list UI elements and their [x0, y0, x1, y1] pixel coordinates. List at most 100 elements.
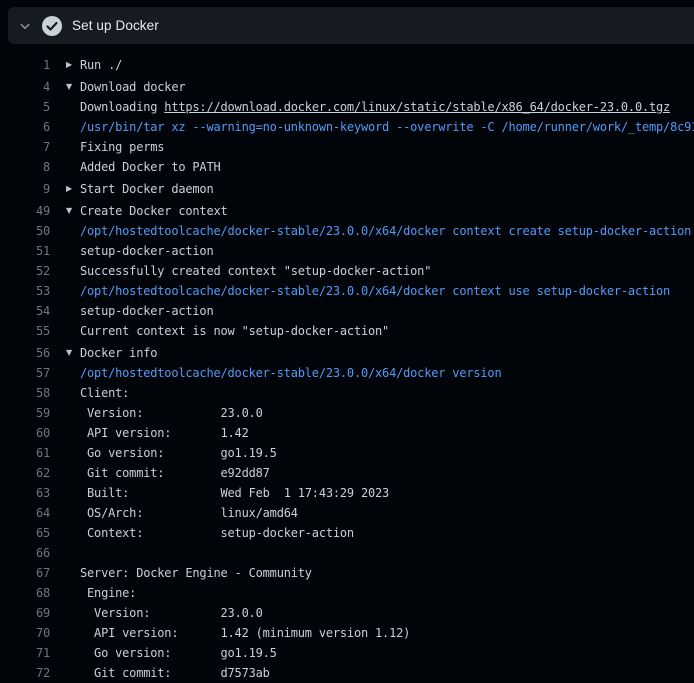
- log-line: 64 OS/Arch: linux/amd64: [0, 503, 694, 523]
- line-number[interactable]: 1: [0, 55, 50, 75]
- log-group-row[interactable]: 49▼Create Docker context: [0, 201, 694, 221]
- log-line: 61 Go version: go1.19.5: [0, 443, 694, 463]
- line-number[interactable]: 62: [0, 463, 50, 483]
- log-text: Go version: go1.19.5: [80, 643, 277, 663]
- line-number[interactable]: 61: [0, 443, 50, 463]
- log-line: 57/opt/hostedtoolcache/docker-stable/23.…: [0, 363, 694, 383]
- line-number[interactable]: 69: [0, 603, 50, 623]
- log-text: Server: Docker Engine - Community: [80, 563, 312, 583]
- line-number[interactable]: 5: [0, 97, 50, 117]
- line-number[interactable]: 57: [0, 363, 50, 383]
- log-line: 72 Git commit: d7573ab: [0, 663, 694, 683]
- line-number[interactable]: 6: [0, 117, 50, 137]
- line-number[interactable]: 52: [0, 261, 50, 281]
- log-text-segment: Server: Docker Engine - Community: [80, 566, 312, 580]
- log-text-segment: Git commit: e92dd87: [80, 466, 270, 480]
- log-line: 69 Version: 23.0.0: [0, 603, 694, 623]
- log-text: Current context is now "setup-docker-act…: [80, 321, 389, 341]
- line-number[interactable]: 53: [0, 281, 50, 301]
- log-text-segment: Engine:: [80, 586, 136, 600]
- log-text: Run ./: [80, 55, 122, 75]
- log-text: API version: 1.42 (minimum version 1.12): [80, 623, 410, 643]
- line-number[interactable]: 54: [0, 301, 50, 321]
- log-text: API version: 1.42: [80, 423, 249, 443]
- log-line: 58 Client:: [0, 383, 694, 403]
- line-number[interactable]: 7: [0, 137, 50, 157]
- log-text-segment: API version: 1.42: [80, 426, 249, 440]
- log-text: setup-docker-action: [80, 301, 213, 321]
- log-text-segment: Go version: go1.19.5: [80, 646, 277, 660]
- log-text-segment: Context: setup-docker-action: [80, 526, 354, 540]
- triangle-down-icon[interactable]: ▼: [66, 201, 78, 221]
- log-group-row[interactable]: 4 ▼Download docker: [0, 77, 694, 97]
- log-text: Engine:: [80, 583, 136, 603]
- log-text: Downloading https://download.docker.com/…: [80, 97, 670, 117]
- line-number[interactable]: 49: [0, 201, 50, 221]
- line-number[interactable]: 67: [0, 563, 50, 583]
- log-text: Start Docker daemon: [80, 179, 213, 199]
- log-text-segment: Client:: [80, 386, 129, 400]
- line-number[interactable]: 60: [0, 423, 50, 443]
- log-text-segment: OS/Arch: linux/amd64: [80, 506, 298, 520]
- triangle-down-icon[interactable]: ▼: [66, 77, 78, 97]
- log-line: 59 Version: 23.0.0: [0, 403, 694, 423]
- check-circle-icon: [41, 15, 63, 37]
- log-text: OS/Arch: linux/amd64: [80, 503, 298, 523]
- log-link[interactable]: https://download.docker.com/linux/static…: [164, 100, 670, 114]
- log-group-row[interactable]: 9 ▶Start Docker daemon: [0, 179, 694, 199]
- line-number[interactable]: 8: [0, 157, 50, 177]
- line-number[interactable]: 64: [0, 503, 50, 523]
- log-text: setup-docker-action: [80, 241, 213, 261]
- log-line: 51 setup-docker-action: [0, 241, 694, 261]
- log-group-row[interactable]: 1 ▶Run ./: [0, 55, 694, 75]
- line-number[interactable]: 4: [0, 77, 50, 97]
- line-number[interactable]: 71: [0, 643, 50, 663]
- line-number[interactable]: 66: [0, 543, 50, 563]
- log-command-text: /usr/bin/tar xz --warning=no-unknown-key…: [80, 117, 694, 137]
- triangle-down-icon[interactable]: ▼: [66, 343, 78, 363]
- line-number[interactable]: 68: [0, 583, 50, 603]
- line-number[interactable]: 56: [0, 343, 50, 363]
- log-lines: 1▶Run ./4▼Download docker5Downloading ht…: [0, 44, 694, 683]
- log-text-segment: /opt/hostedtoolcache/docker-stable/23.0.…: [80, 366, 501, 380]
- log-line: 71 Go version: go1.19.5: [0, 643, 694, 663]
- line-number[interactable]: 50: [0, 221, 50, 241]
- line-number[interactable]: 63: [0, 483, 50, 503]
- log-line: 63 Built: Wed Feb 1 17:43:29 2023: [0, 483, 694, 503]
- line-number[interactable]: 9: [0, 179, 50, 199]
- line-number[interactable]: 55: [0, 321, 50, 341]
- log-text: Fixing perms: [80, 137, 164, 157]
- log-text: Git commit: e92dd87: [80, 463, 270, 483]
- log-text-segment: Fixing perms: [80, 140, 164, 154]
- log-text: Go version: go1.19.5: [80, 443, 277, 463]
- line-number[interactable]: 72: [0, 663, 50, 683]
- log-text: Docker info: [80, 343, 157, 363]
- line-number[interactable]: 51: [0, 241, 50, 261]
- triangle-right-icon[interactable]: ▶: [66, 55, 78, 75]
- log-text-segment: Current context is now "setup-docker-act…: [80, 324, 389, 338]
- log-text-segment: Docker info: [80, 346, 157, 360]
- log-line: 66: [0, 543, 694, 563]
- step-title: Set up Docker: [72, 18, 159, 33]
- log-text-segment: /opt/hostedtoolcache/docker-stable/23.0.…: [80, 224, 694, 238]
- log-text-segment: Start Docker daemon: [80, 182, 213, 196]
- line-number[interactable]: 70: [0, 623, 50, 643]
- chevron-down-icon[interactable]: [18, 19, 32, 33]
- log-text: Client:: [80, 383, 129, 403]
- line-number[interactable]: 59: [0, 403, 50, 423]
- line-number[interactable]: 65: [0, 523, 50, 543]
- log-line: 68 Engine:: [0, 583, 694, 603]
- log-group-row[interactable]: 56 ▼Docker info: [0, 343, 694, 363]
- step-header[interactable]: Set up Docker: [8, 7, 694, 44]
- log-line: 6/usr/bin/tar xz --warning=no-unknown-ke…: [0, 117, 694, 137]
- log-line: 50/opt/hostedtoolcache/docker-stable/23.…: [0, 221, 694, 241]
- log-text-segment: Version: 23.0.0: [80, 606, 263, 620]
- actions-log-panel: Set up Docker 1▶Run ./4▼Download docker5…: [0, 0, 694, 683]
- line-number[interactable]: 58: [0, 383, 50, 403]
- log-text: Download docker: [80, 77, 185, 97]
- log-text-segment: Downloading: [80, 100, 164, 114]
- log-text: Added Docker to PATH: [80, 157, 221, 177]
- triangle-right-icon[interactable]: ▶: [66, 179, 78, 199]
- log-text-segment: API version: 1.42 (minimum version 1.12): [80, 626, 410, 640]
- log-text: Built: Wed Feb 1 17:43:29 2023: [80, 483, 389, 503]
